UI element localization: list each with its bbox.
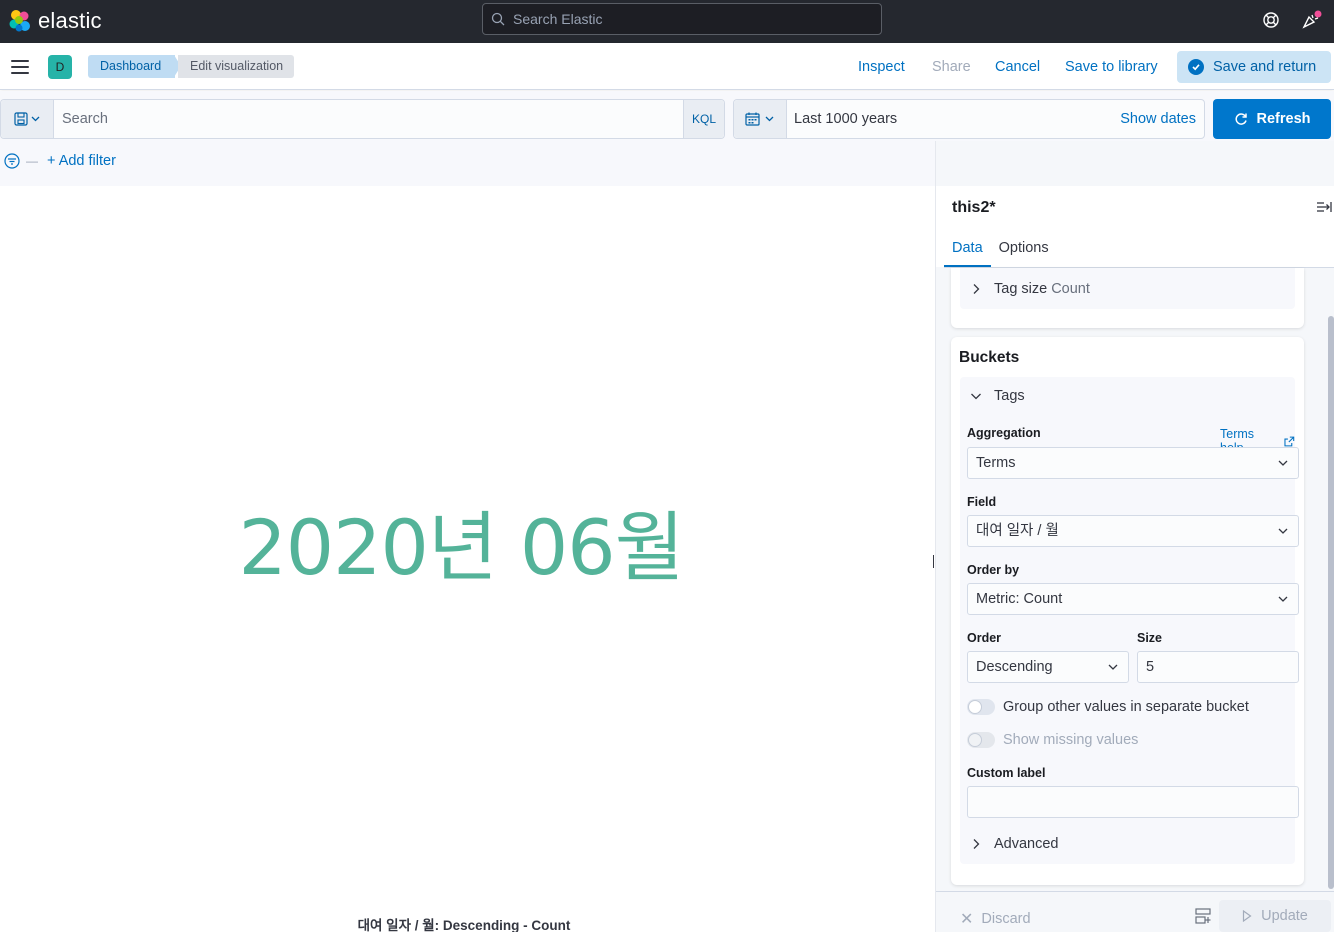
inspect-button[interactable]: Inspect — [858, 59, 905, 75]
menu-icon[interactable] — [11, 60, 29, 74]
buckets-title: Buckets — [959, 349, 1020, 366]
breadcrumb-dashboard[interactable]: Dashboard — [88, 55, 176, 78]
update-label: Update — [1261, 908, 1308, 924]
tab-options[interactable]: Options — [991, 236, 1057, 267]
date-picker[interactable]: Last 1000 years Show dates — [733, 99, 1205, 139]
order-by-select[interactable]: Metric: Count — [967, 583, 1299, 615]
elastic-logo[interactable]: elastic — [8, 7, 102, 35]
visualization-title: this2* — [952, 199, 996, 216]
metric-accordion-toggle[interactable]: Tag size Count — [970, 281, 1090, 297]
field-value: 대여 일자 / 월 — [976, 523, 1059, 539]
tag-cloud-word[interactable]: 2020년 06월 — [0, 486, 922, 596]
cancel-button[interactable]: Cancel — [995, 59, 1040, 75]
refresh-label: Refresh — [1256, 111, 1311, 127]
sidebar-scrollbar[interactable] — [1328, 316, 1334, 889]
quick-select-button[interactable] — [734, 100, 787, 138]
advanced-label: Advanced — [994, 836, 1059, 852]
show-missing-toggle[interactable]: Show missing values — [967, 732, 1138, 748]
top-header: elastic Search Elastic — [0, 0, 1334, 43]
field-select[interactable]: 대여 일자 / 월 — [967, 515, 1299, 547]
bucket-tags: Tags Aggregation Terms help Terms Field … — [960, 377, 1299, 864]
filter-separator: — — [26, 154, 38, 168]
save-and-return-button[interactable]: Save and return — [1177, 51, 1331, 83]
aggregation-label: Aggregation — [967, 426, 1041, 440]
update-button[interactable]: Update — [1219, 900, 1331, 932]
metrics-panel: Tag size Count — [951, 268, 1304, 328]
logo-text: elastic — [38, 8, 102, 33]
chevron-down-icon — [971, 393, 981, 400]
editor-tabs: Data Options — [944, 236, 1057, 268]
newsfeed-icon[interactable] — [1300, 9, 1322, 31]
check-icon — [1188, 59, 1204, 75]
aggregation-select[interactable]: Terms — [967, 447, 1299, 479]
size-input[interactable]: 5 — [1137, 651, 1299, 683]
add-filter-button[interactable]: + Add filter — [47, 153, 116, 169]
order-by-label: Order by — [967, 563, 1020, 577]
chevron-down-icon — [1108, 664, 1118, 670]
auto-apply-icon[interactable] — [1195, 908, 1211, 924]
chevron-right-icon — [973, 284, 980, 294]
app-navbar: D Dashboard Edit visualization Inspect S… — [0, 43, 1334, 90]
show-dates-link[interactable]: Show dates — [1120, 111, 1196, 127]
saved-query-button[interactable] — [1, 100, 54, 138]
global-search-placeholder: Search Elastic — [513, 11, 603, 27]
advanced-toggle[interactable]: Advanced — [970, 836, 1059, 852]
sidebar-footer: ✕ Discard Update — [936, 891, 1334, 932]
filter-menu-icon[interactable] — [4, 153, 20, 169]
metric-tag-size: Tag size Count — [960, 268, 1295, 309]
calendar-icon — [745, 112, 774, 126]
custom-label-label: Custom label — [967, 766, 1046, 780]
aggregation-value: Terms — [976, 455, 1016, 471]
group-other-switch[interactable] — [967, 699, 995, 715]
bucket-accordion-toggle[interactable]: Tags — [970, 388, 1025, 404]
collapse-sidebar-icon[interactable] — [1316, 200, 1332, 214]
order-label: Order — [967, 631, 1002, 645]
tag-cloud-visualization: 2020년 06월 대여 일자 / 월: Descending - Count — [0, 186, 935, 932]
group-other-toggle[interactable]: Group other values in separate bucket — [967, 699, 1249, 715]
visualization-editor-sidebar: this2* Data Options Tag size Count Bucke… — [935, 141, 1334, 932]
play-icon — [1243, 910, 1252, 922]
save-icon — [14, 112, 40, 126]
group-other-label: Group other values in separate bucket — [1003, 699, 1249, 715]
kql-language-button[interactable]: KQL — [683, 100, 724, 138]
tag-cloud-caption: 대여 일자 / 월: Descending - Count — [357, 918, 571, 932]
close-icon: ✕ — [960, 911, 974, 928]
buckets-panel: Buckets Tags Aggregation Terms help Term… — [951, 337, 1304, 885]
filter-bar: — + Add filter — [4, 151, 116, 171]
show-missing-switch[interactable] — [967, 732, 995, 748]
discard-button[interactable]: ✕ Discard — [960, 909, 1031, 929]
field-label: Field — [967, 495, 997, 509]
time-range-value[interactable]: Last 1000 years — [794, 111, 897, 127]
chevron-down-icon — [1278, 460, 1288, 466]
size-value: 5 — [1146, 659, 1155, 675]
order-select[interactable]: Descending — [967, 651, 1129, 683]
external-link-icon — [1284, 436, 1295, 446]
chevron-right-icon — [973, 839, 980, 849]
breadcrumb-edit-visualization: Edit visualization — [178, 55, 295, 78]
query-search-placeholder: Search — [62, 111, 108, 127]
order-value: Descending — [976, 659, 1053, 675]
bucket-group-label: Tags — [994, 388, 1025, 404]
custom-label-input[interactable] — [967, 786, 1299, 818]
tab-data[interactable]: Data — [944, 236, 991, 267]
space-avatar[interactable]: D — [48, 55, 72, 79]
refresh-button[interactable]: Refresh — [1213, 99, 1331, 139]
elastic-logo-icon — [9, 10, 30, 32]
discard-label: Discard — [981, 911, 1031, 927]
help-icon[interactable] — [1260, 9, 1282, 31]
chevron-down-icon — [1278, 596, 1288, 602]
order-by-value: Metric: Count — [976, 591, 1063, 607]
size-label: Size — [1137, 631, 1163, 645]
metric-label-prefix: Tag size — [994, 281, 1048, 297]
search-icon — [491, 12, 505, 26]
query-search-field[interactable]: Search KQL — [0, 99, 725, 139]
chevron-down-icon — [1278, 528, 1288, 534]
save-to-library-button[interactable]: Save to library — [1065, 59, 1158, 75]
share-button[interactable]: Share — [932, 59, 971, 75]
show-missing-label: Show missing values — [1003, 732, 1139, 748]
metric-label-value: Count — [1051, 281, 1090, 297]
global-search-input[interactable]: Search Elastic — [482, 3, 882, 35]
save-and-return-label: Save and return — [1213, 59, 1317, 75]
refresh-icon — [1234, 113, 1247, 125]
